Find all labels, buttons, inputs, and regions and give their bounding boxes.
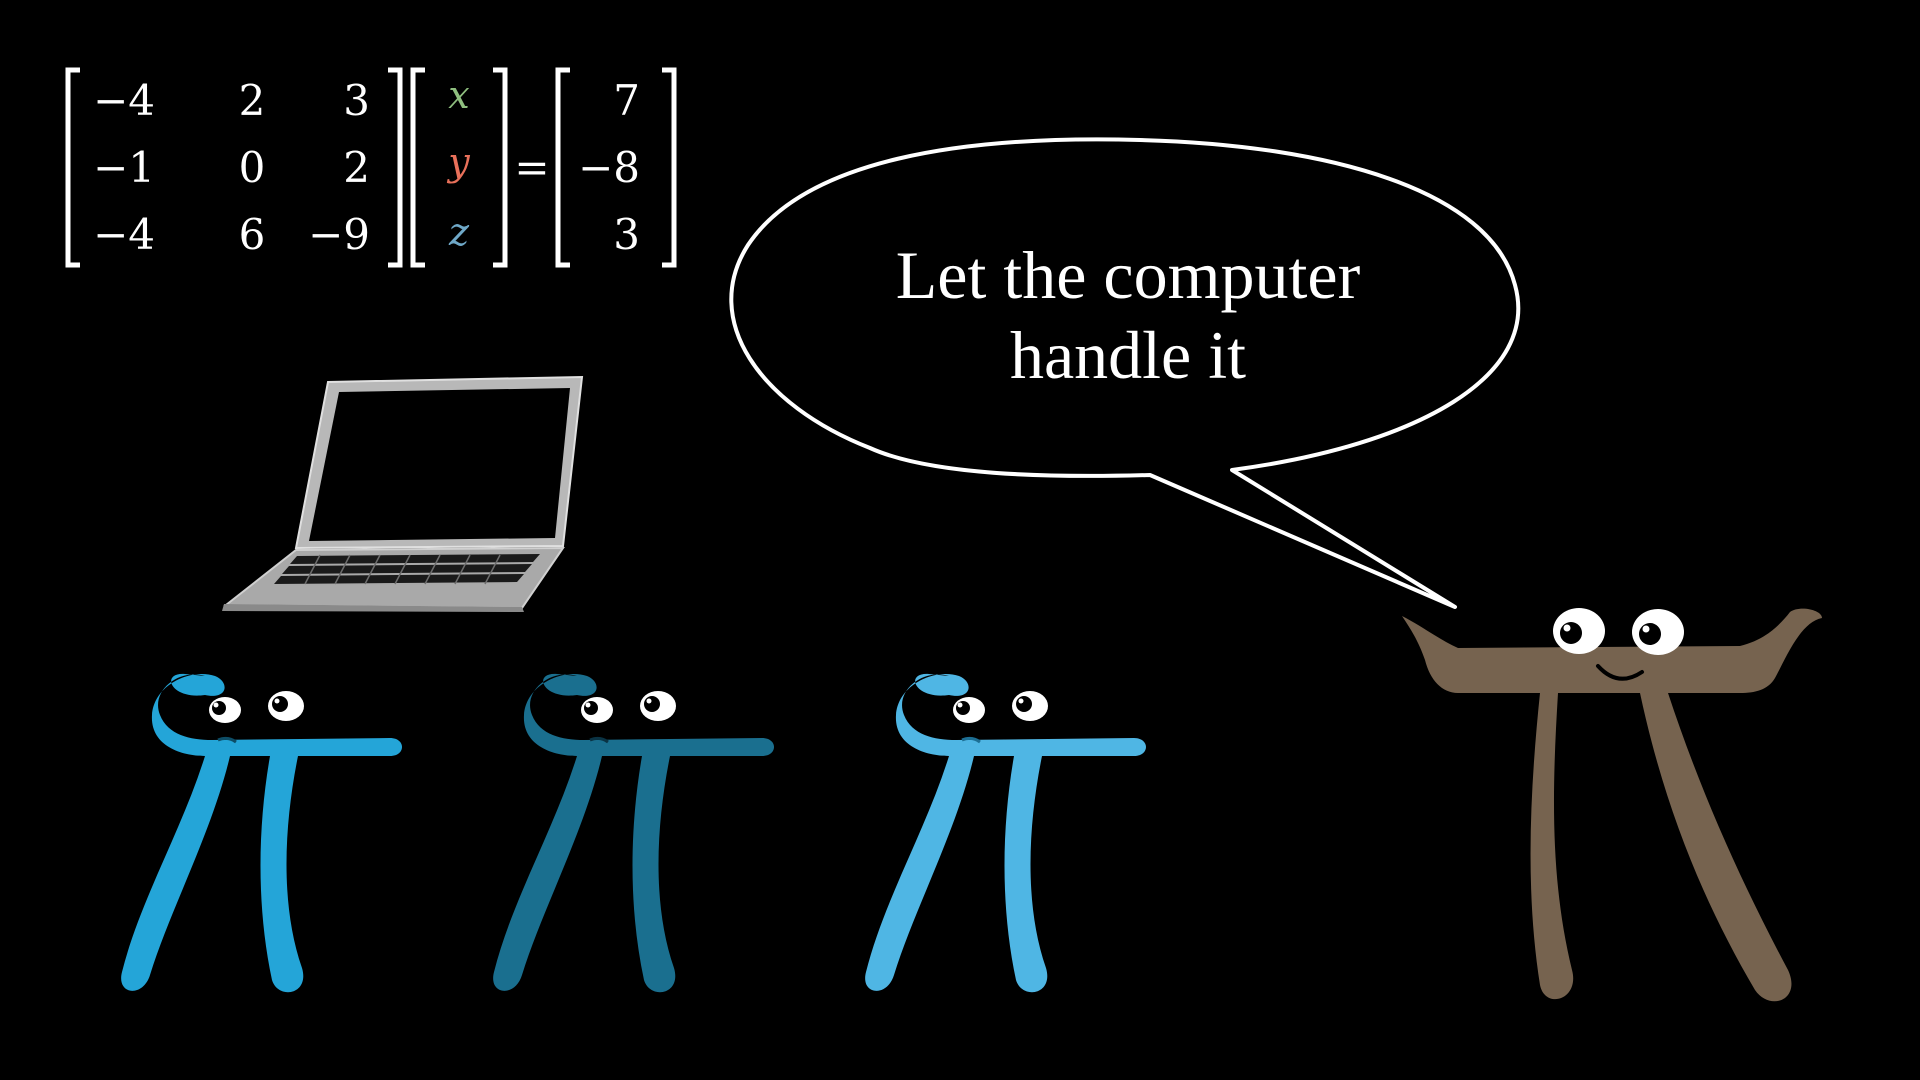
result-value: 7 bbox=[613, 76, 640, 125]
result-value: 3 bbox=[613, 210, 640, 259]
matrix-cell: 2 bbox=[343, 143, 370, 192]
matrix-cell: 0 bbox=[239, 143, 266, 192]
matrix-cell: 6 bbox=[239, 210, 266, 259]
scene: −4 2 3 −1 0 2 −4 6 −9 x y z = 7 −8 3 Let… bbox=[0, 0, 1920, 1080]
variable-z: z bbox=[448, 210, 470, 254]
speech-line-1: Let the computer bbox=[896, 237, 1361, 313]
variable-x: x bbox=[448, 73, 469, 117]
matrix-cell: 3 bbox=[343, 76, 370, 125]
matrix-cell: −1 bbox=[93, 143, 155, 192]
matrix-cell: −4 bbox=[93, 210, 155, 259]
result-value: −8 bbox=[578, 143, 640, 192]
speech-line-2: handle it bbox=[1010, 317, 1246, 393]
matrix-cell: 2 bbox=[239, 76, 266, 125]
equals-sign: = bbox=[514, 143, 549, 192]
matrix-cell: −4 bbox=[93, 76, 155, 125]
variable-y: y bbox=[446, 140, 470, 184]
matrix-cell: −9 bbox=[308, 210, 370, 259]
